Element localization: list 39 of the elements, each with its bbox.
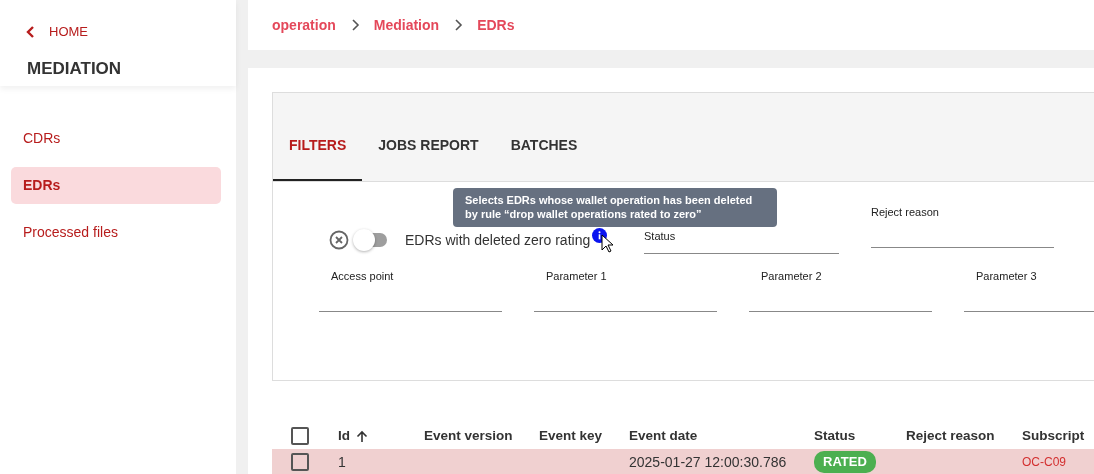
toggle-label: EDRs with deleted zero rating: [405, 230, 591, 250]
tab[interactable]: BATCHES: [494, 133, 594, 181]
checkbox[interactable]: [291, 453, 309, 471]
checkbox[interactable]: [291, 427, 309, 445]
table-row[interactable]: 1 2025-01-27 12:00:30.786 RATED OC-C09: [272, 449, 1094, 474]
chevron-right-icon: [349, 19, 360, 31]
text-field[interactable]: Parameter 2: [749, 268, 932, 312]
column-header[interactable]: Reject reason: [906, 425, 995, 447]
column-header[interactable]: Id: [338, 425, 350, 447]
breadcrumb-link[interactable]: EDRs: [477, 14, 515, 36]
chevron-right-icon: [453, 19, 464, 31]
back-link[interactable]: HOME: [26, 22, 88, 42]
tab[interactable]: JOBS REPORT: [362, 133, 495, 181]
column-header[interactable]: Event date: [629, 425, 698, 447]
column-header[interactable]: Event version: [424, 425, 513, 447]
sidebar-item[interactable]: Processed files: [11, 214, 221, 251]
table-cell-text: 2025-01-27 12:00:30.786: [629, 452, 787, 472]
status-badge: RATED: [814, 451, 876, 473]
sort-arrow-icon[interactable]: [356, 429, 368, 443]
column-header[interactable]: Subscript: [1022, 425, 1085, 447]
column-header[interactable]: Event key: [539, 425, 603, 447]
sidebar-item[interactable]: CDRs: [11, 120, 221, 157]
cursor-icon: [601, 233, 615, 253]
table-cell-text: OC-C09: [1022, 454, 1066, 471]
clear-icon[interactable]: [329, 230, 349, 250]
tooltip: Selects EDRs whose wallet operation has been deleted by rule “drop wallet operations rated to zero”: [453, 188, 777, 227]
tab[interactable]: FILTERS: [273, 133, 363, 181]
table-cell-text: 1: [338, 452, 346, 472]
chevron-left-icon: [26, 25, 35, 38]
column-header[interactable]: Status: [814, 425, 856, 447]
sidebar-item[interactable]: EDRs: [11, 167, 221, 204]
sidebar-title: MEDIATION: [27, 57, 123, 80]
text-field[interactable]: Parameter 3: [964, 268, 1094, 312]
text-field[interactable]: Parameter 1: [534, 268, 717, 312]
breadcrumb-link[interactable]: operation: [272, 14, 336, 36]
text-field[interactable]: Status: [644, 228, 839, 254]
breadcrumb-link[interactable]: Mediation: [373, 14, 440, 36]
text-field[interactable]: Reject reason: [871, 204, 1054, 248]
text-field[interactable]: Access point: [319, 268, 502, 312]
